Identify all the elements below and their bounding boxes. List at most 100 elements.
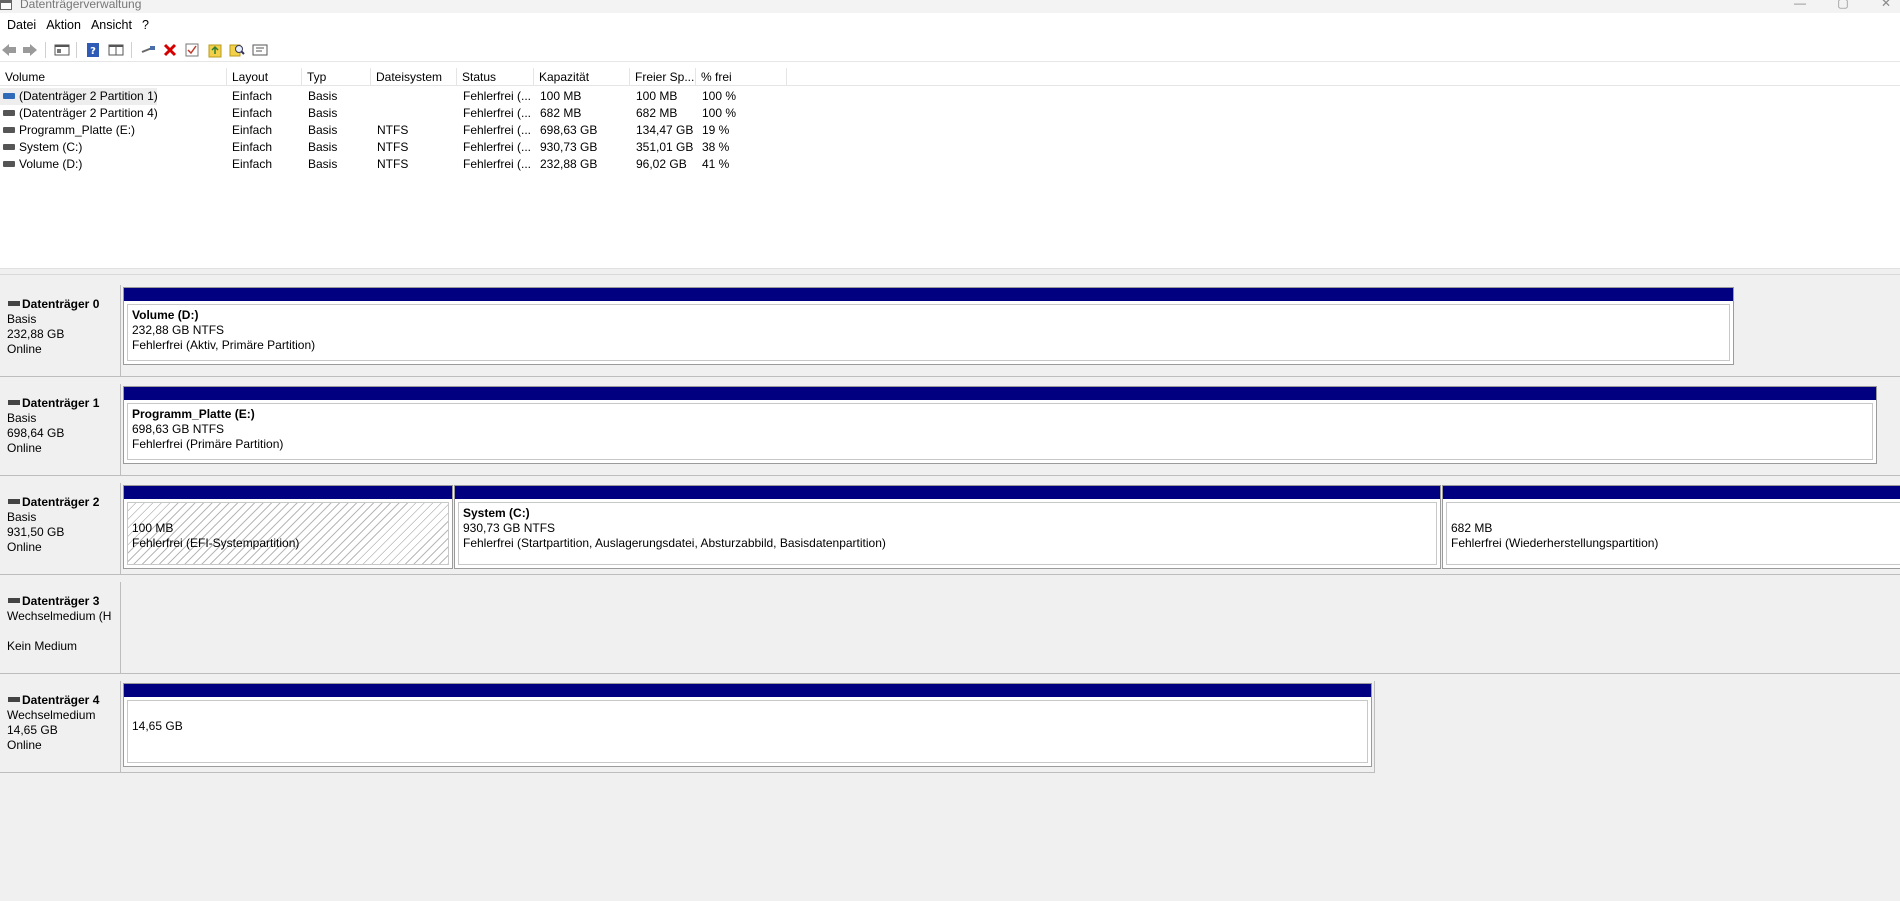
import-icon[interactable]	[207, 42, 223, 58]
more-actions-icon[interactable]	[252, 42, 268, 58]
volume-icon	[3, 92, 15, 99]
help-icon[interactable]: ?	[85, 42, 101, 58]
cell-freier-speicher: 134,47 GB	[636, 123, 694, 137]
disk-3-label[interactable]: Datenträger 3 Wechselmedium (H Kein Medi…	[0, 582, 121, 674]
cell-typ: Basis	[308, 106, 338, 120]
disk-state: Online	[7, 441, 42, 455]
partition-efi-system[interactable]: 100 MB Fehlerfrei (EFI-Systempartition)	[123, 485, 453, 569]
partition-size: 14,65 GB	[132, 719, 183, 733]
disk-3-strip	[121, 582, 1900, 674]
cell-prozent-frei: 38 %	[702, 140, 730, 154]
cell-status: Fehlerfrei (...	[463, 157, 532, 171]
cell-dateisystem: NTFS	[377, 140, 409, 154]
disk-size: 14,65 GB	[7, 723, 58, 737]
delete-icon[interactable]	[162, 42, 178, 58]
partition-size: 698,63 GB NTFS	[132, 422, 225, 436]
table-row[interactable]: System (C:) Einfach Basis NTFS Fehlerfre…	[0, 139, 1900, 156]
cell-kapazitaet: 698,63 GB	[540, 123, 598, 137]
forward-arrow-icon[interactable]	[22, 42, 38, 58]
details-pane-icon[interactable]	[108, 42, 124, 58]
column-header-prozent-frei[interactable]: % frei	[696, 68, 787, 86]
volume-list-header: Volume Layout Typ Dateisystem Status Kap…	[0, 68, 1900, 86]
volume-icon	[3, 126, 15, 133]
disk-name: Datenträger 2	[22, 495, 100, 509]
disk-type: Basis	[7, 411, 37, 425]
partition-removable-medium[interactable]: 14,65 GB	[123, 683, 1372, 767]
disk-1-strip: Programm_Platte (E:) 698,63 GB NTFS Fehl…	[121, 384, 1900, 476]
disk-2-label[interactable]: Datenträger 2 Basis 931,50 GB Online	[0, 483, 121, 575]
column-header-volume[interactable]: Volume	[0, 68, 227, 86]
cell-volume: (Datenträger 2 Partition 1)	[19, 89, 157, 103]
cell-prozent-frei: 19 %	[702, 123, 730, 137]
disk-size: 931,50 GB	[7, 525, 65, 539]
minimize-icon[interactable]: —	[1790, 0, 1810, 10]
disk-1-label[interactable]: Datenträger 1 Basis 698,64 GB Online	[0, 384, 121, 476]
back-arrow-icon[interactable]	[1, 42, 17, 58]
table-row[interactable]: (Datenträger 2 Partition 1) Einfach Basi…	[0, 88, 1900, 105]
disk-icon	[8, 597, 20, 603]
cell-freier-speicher: 100 MB	[636, 89, 678, 103]
properties-icon[interactable]	[184, 42, 200, 58]
disk-type: Basis	[7, 312, 37, 326]
disk-type: Wechselmedium (H	[7, 609, 112, 623]
cell-dateisystem: NTFS	[377, 157, 409, 171]
partition-status: Fehlerfrei (Startpartition, Auslagerungs…	[463, 536, 886, 550]
cell-status: Fehlerfrei (...	[463, 123, 532, 137]
disk-icon	[8, 399, 20, 405]
close-icon[interactable]: ✕	[1876, 0, 1896, 10]
menu-datei[interactable]: Datei	[3, 14, 42, 36]
search-icon[interactable]	[229, 42, 245, 58]
cell-prozent-frei: 100 %	[702, 106, 737, 120]
cell-prozent-frei: 41 %	[702, 157, 730, 171]
cell-volume: Programm_Platte (E:)	[19, 123, 136, 137]
disk-management-app-icon	[0, 0, 12, 10]
column-header-freier-speicher[interactable]: Freier Sp...	[630, 68, 696, 86]
volume-icon	[3, 143, 15, 150]
partition-status: Fehlerfrei (Wiederherstellungspartition)	[1451, 536, 1659, 550]
cell-kapazitaet: 232,88 GB	[540, 157, 598, 171]
cell-freier-speicher: 682 MB	[636, 106, 678, 120]
connect-drive-icon[interactable]	[140, 42, 156, 58]
column-header-typ[interactable]: Typ	[302, 68, 371, 86]
console-tree-icon[interactable]	[54, 42, 70, 58]
column-header-status[interactable]: Status	[457, 68, 534, 86]
disk-4-strip: 14,65 GB	[121, 681, 1375, 773]
cell-volume: (Datenträger 2 Partition 4)	[19, 106, 158, 120]
volume-list: Volume Layout Typ Dateisystem Status Kap…	[0, 68, 1900, 268]
cell-layout: Einfach	[232, 106, 273, 120]
cell-volume: Volume (D:)	[19, 157, 83, 171]
cell-layout: Einfach	[232, 89, 273, 103]
partition-volume-d[interactable]: Volume (D:) 232,88 GB NTFS Fehlerfrei (A…	[123, 287, 1734, 365]
cell-typ: Basis	[308, 157, 338, 171]
disk-graphical-view: Datenträger 0 Basis 232,88 GB Online Vol…	[0, 275, 1900, 901]
column-header-dateisystem[interactable]: Dateisystem	[371, 68, 457, 86]
disk-4-label[interactable]: Datenträger 4 Wechselmedium 14,65 GB Onl…	[0, 681, 121, 773]
cell-kapazitaet: 930,73 GB	[540, 140, 598, 154]
table-row[interactable]: Volume (D:) Einfach Basis NTFS Fehlerfre…	[0, 156, 1900, 173]
disk-name: Datenträger 3	[22, 594, 100, 608]
menu-help[interactable]: ?	[138, 14, 155, 36]
menu-aktion[interactable]: Aktion	[42, 14, 87, 36]
partition-name: System (C:)	[463, 506, 530, 520]
pane-splitter[interactable]	[0, 268, 1900, 275]
table-row[interactable]: Programm_Platte (E:) Einfach Basis NTFS …	[0, 122, 1900, 139]
partition-status: Fehlerfrei (Primäre Partition)	[132, 437, 284, 451]
disk-state: Online	[7, 342, 42, 356]
menu-ansicht[interactable]: Ansicht	[87, 14, 138, 36]
disk-0-label[interactable]: Datenträger 0 Basis 232,88 GB Online	[0, 285, 121, 377]
partition-recovery[interactable]: 682 MB Fehlerfrei (Wiederherstellungspar…	[1442, 485, 1900, 569]
toolbar: ?	[0, 37, 1900, 62]
column-header-kapazitaet[interactable]: Kapazität	[534, 68, 630, 86]
partition-size: 682 MB	[1451, 521, 1493, 535]
volume-icon	[3, 109, 15, 116]
table-row[interactable]: (Datenträger 2 Partition 4) Einfach Basi…	[0, 105, 1900, 122]
maximize-icon[interactable]: ▢	[1833, 0, 1853, 10]
disk-2-strip: 100 MB Fehlerfrei (EFI-Systempartition) …	[121, 483, 1900, 575]
cell-layout: Einfach	[232, 123, 273, 137]
column-header-layout[interactable]: Layout	[227, 68, 302, 86]
cell-status: Fehlerfrei (...	[463, 140, 532, 154]
partition-programm-platte-e[interactable]: Programm_Platte (E:) 698,63 GB NTFS Fehl…	[123, 386, 1877, 464]
partition-system-c[interactable]: System (C:) 930,73 GB NTFS Fehlerfrei (S…	[454, 485, 1441, 569]
title-bar: Datenträgerverwaltung — ▢ ✕	[0, 0, 1900, 13]
disk-size: 232,88 GB	[7, 327, 65, 341]
